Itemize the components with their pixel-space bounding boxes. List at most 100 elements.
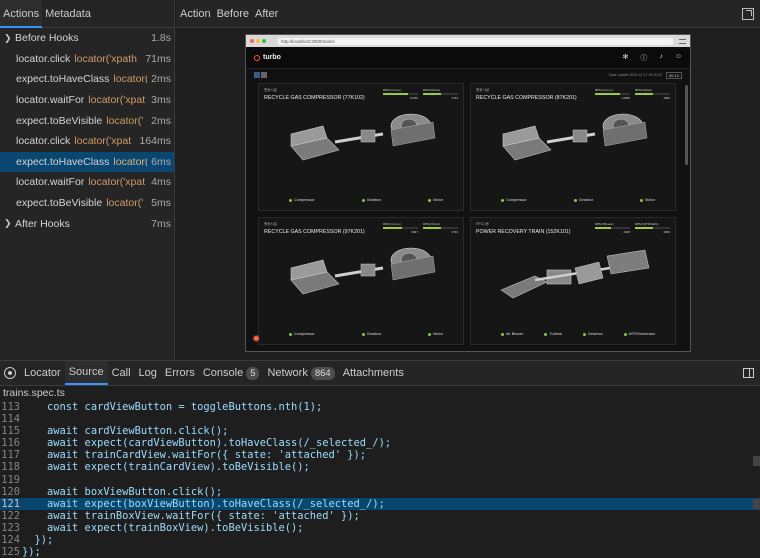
- gear-fab-icon[interactable]: ✹: [252, 335, 262, 345]
- action-row[interactable]: expect.toHaveClass locator(2ms: [0, 69, 174, 90]
- rpm-bar: [383, 93, 418, 95]
- legend-item: Air Blower: [501, 332, 523, 336]
- status-dot-icon: [623, 332, 627, 336]
- code-line[interactable]: 115 await cardViewButton.click();: [0, 425, 760, 437]
- action-row[interactable]: locator.waitFor locator('xpat 4ms: [0, 172, 174, 193]
- code-line[interactable]: 119: [0, 474, 760, 486]
- rpm-bar-fill: [595, 227, 611, 229]
- pick-locator-icon[interactable]: [4, 367, 16, 379]
- rpm-bar: [595, 93, 630, 95]
- code-text: await boxViewButton.click();: [22, 485, 223, 498]
- rpm-metric: RPM (Motor) 1800: [635, 88, 670, 100]
- tab-actions[interactable]: Actions: [0, 0, 43, 28]
- legend-label: Compressor: [294, 332, 315, 336]
- toggle-sidebar-icon[interactable]: [743, 368, 754, 378]
- code-line[interactable]: 123 await expect(trainBoxView).toBeVisib…: [0, 522, 760, 534]
- card-title: RECYCLE GAS COMPRESSOR (77K102): [264, 95, 365, 101]
- maximize-dot-icon: [262, 39, 266, 43]
- tab-after[interactable]: After: [252, 0, 281, 28]
- code-line[interactable]: 117 await trainCardView.waitFor({ state:…: [0, 449, 760, 461]
- tab-source[interactable]: Source: [64, 361, 108, 385]
- action-row[interactable]: expect.toBeVisible locator(' 2ms: [0, 110, 174, 131]
- tab-label: Call: [111, 367, 131, 379]
- action-row[interactable]: locator.click locator('xpat 164ms: [0, 131, 174, 152]
- code-text: const cardViewButton = toggleButtons.nth…: [22, 401, 323, 413]
- code-line[interactable]: 113 const cardViewButton = toggleButtons…: [0, 401, 760, 413]
- rpm-label: RPM (MTR/GEN): [635, 222, 659, 226]
- tab-label: Log: [138, 367, 157, 379]
- info-icon[interactable]: ⓘ: [640, 53, 647, 63]
- tab-network[interactable]: Network 864: [263, 361, 338, 385]
- bell-icon[interactable]: ♪: [659, 53, 663, 63]
- rpm-bar-fill: [383, 227, 403, 229]
- code-line[interactable]: 120 await boxViewButton.click();: [0, 486, 760, 498]
- chevron-right-icon[interactable]: ❯: [4, 218, 15, 229]
- code-line[interactable]: 125});: [0, 546, 760, 558]
- tab-attachments[interactable]: Attachments: [339, 361, 408, 385]
- code-line[interactable]: 124 });: [0, 534, 760, 546]
- action-duration: 6ms: [151, 155, 171, 168]
- card-view-toggle[interactable]: [254, 72, 260, 78]
- logo-icon: [254, 54, 260, 61]
- tab-label: Source: [68, 366, 104, 378]
- code-line[interactable]: 118 await expect(trainCardView).toBeVisi…: [0, 461, 760, 473]
- action-name: expect.toBeVisible: [16, 197, 103, 210]
- legend-item: Gearbox: [361, 198, 382, 202]
- source-code-view: 113 const cardViewButton = toggleButtons…: [0, 401, 760, 558]
- box-view-toggle[interactable]: [261, 72, 267, 78]
- settings-icon[interactable]: ✻: [622, 53, 628, 63]
- legend-label: Gearbox: [366, 198, 382, 202]
- status-dot-icon: [544, 332, 548, 336]
- user-icon[interactable]: ☺: [675, 53, 682, 63]
- code-line[interactable]: 121 await expect(boxViewButton).toHaveCl…: [0, 497, 760, 510]
- action-row[interactable]: expect.toBeVisible locator(' 5ms: [0, 193, 174, 214]
- status-dot-icon: [361, 332, 365, 336]
- action-list: ❯ Before Hooks 1.8s locator.click locator('x…: [0, 28, 174, 234]
- card-facility: 원동시설: [264, 88, 277, 92]
- snapshot-scrollbar[interactable]: [685, 85, 688, 165]
- rpm-label: RPM (Comp.): [383, 222, 402, 226]
- train-card[interactable]: RFCC동 POWER RECOVERY TRAIN (152K101) RPM (…: [470, 217, 676, 345]
- tab-action[interactable]: Action: [176, 0, 214, 28]
- legend-label: Gearbox: [366, 332, 382, 336]
- status-dot-icon: [289, 198, 292, 202]
- code-line[interactable]: 114: [0, 413, 760, 425]
- tab-errors[interactable]: Errors: [161, 361, 199, 385]
- chevron-right-icon[interactable]: ❯: [4, 33, 15, 44]
- rpm-metric: RPM (Motor) 1794: [423, 222, 458, 234]
- data-update-text: Data Update 2023-12-17 15:30:22: [608, 73, 662, 77]
- tab-before[interactable]: Before: [214, 0, 252, 28]
- code-text: await expect(trainCardView).toBeVisible(…: [22, 461, 310, 474]
- action-locator: locator('xpat: [74, 135, 132, 148]
- code-line[interactable]: 122 await trainBoxView.waitFor({ state: …: [0, 510, 760, 522]
- rpm-metric: RPM (Motor) 1784: [423, 88, 458, 100]
- tab-log[interactable]: Log: [135, 361, 161, 385]
- action-row[interactable]: expect.toHaveClass locator(6ms: [0, 151, 174, 173]
- code-line[interactable]: 116 await expect(cardViewButton).toHaveC…: [0, 437, 760, 449]
- hook-row[interactable]: ❯ After Hooks 7ms: [0, 213, 174, 234]
- tab-call[interactable]: Call: [108, 361, 135, 385]
- legend-item: Compressor: [289, 198, 315, 202]
- train-card[interactable]: 원동시설 RECYCLE GAS COMPRESSOR (97K201) RPM (…: [258, 217, 464, 345]
- header-icons: ✻ ⓘ ♪ ☺: [622, 53, 682, 63]
- tab-metadata[interactable]: Metadata: [42, 0, 94, 28]
- open-external-icon[interactable]: [742, 8, 754, 20]
- legend-item: Gearbox: [573, 198, 593, 202]
- legend-label: Air Blower: [506, 332, 524, 336]
- count-badge: 864: [310, 366, 335, 380]
- hook-row[interactable]: ❯ Before Hooks 1.8s: [0, 28, 174, 49]
- train-card[interactable]: 원동시설 RECYCLE GAS COMPRESSOR (87K201) RPM (…: [470, 83, 676, 211]
- machine-illustration: [290, 113, 436, 161]
- train-card[interactable]: 원동시설 RECYCLE GAS COMPRESSOR (77K102) RPM (…: [258, 83, 464, 211]
- left-tabbar: Actions Metadata: [0, 0, 174, 28]
- status-dot-icon: [428, 198, 432, 202]
- rpm-metric: RPM (Blower) 4028: [595, 222, 630, 234]
- action-row[interactable]: locator.waitFor locator('xpat 3ms: [0, 90, 174, 111]
- tab-console[interactable]: Console 5: [199, 361, 264, 385]
- card-title: RECYCLE GAS COMPRESSOR (87K201): [476, 95, 577, 101]
- action-duration: 7ms: [151, 217, 171, 230]
- action-row[interactable]: locator.click locator('xpath 71ms: [0, 49, 174, 70]
- legend-item: Gearbox: [583, 332, 603, 336]
- tab-locator[interactable]: Locator: [20, 361, 65, 385]
- action-locator: locator(: [113, 73, 148, 86]
